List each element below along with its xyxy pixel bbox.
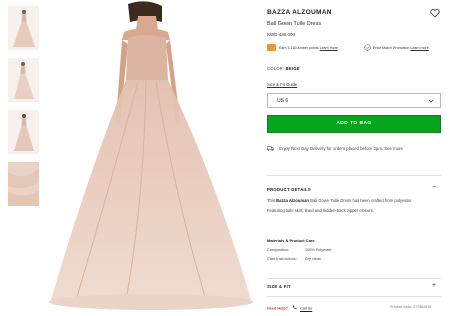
color-info: COLOR: BEIGE — [267, 66, 300, 71]
care-value: Dry clean — [305, 257, 322, 261]
product-description-line2: Featuring tulle skirt, lined and hidden-… — [267, 208, 375, 213]
product-main-image[interactable] — [46, 0, 256, 316]
composition-row: Composition: 100% Polyester — [267, 248, 332, 252]
thumbnail-side[interactable] — [8, 58, 39, 102]
product-name: Ball Gown Tulle Dress — [267, 21, 322, 27]
divider — [267, 278, 441, 279]
care-label: Care Instructions: — [267, 257, 297, 261]
phone-icon — [292, 305, 297, 310]
brand-name[interactable]: BAZZA ALZOUMAN — [267, 9, 332, 16]
heart-icon[interactable] — [430, 8, 440, 18]
desc-prefix: This — [267, 198, 275, 203]
product-price: KWD 430.000 — [267, 32, 296, 37]
price-tag-icon — [364, 44, 371, 51]
truck-icon — [267, 146, 274, 151]
desc-rest: Ball Gown Tulle Dress has been crafted f… — [310, 198, 413, 203]
delivery-info: Enjoy Next Day Delivery for orders place… — [267, 146, 403, 151]
thumbnail-list — [8, 6, 42, 214]
color-label: COLOR: — [267, 66, 285, 71]
help-row: Need Help? Call Us — [267, 305, 312, 311]
price-match-label: Price Match Promotion — [373, 45, 410, 50]
amber-points-badge — [267, 44, 276, 51]
amber-points-text: Earn 5,160 Amber points Learn more — [279, 46, 338, 50]
amber-learn-more-link[interactable]: Learn more — [320, 46, 338, 50]
composition-label: Composition: — [267, 248, 290, 252]
size-fit-guide-link[interactable]: Size & Fit Guide — [267, 82, 297, 87]
care-row: Care Instructions: Dry clean — [267, 257, 321, 261]
product-details-heading[interactable]: PRODUCT DETAILS — [267, 187, 311, 192]
need-help-label: Need Help? — [267, 306, 288, 311]
chevron-down-icon — [428, 99, 434, 103]
thumbnail-front[interactable] — [8, 6, 39, 50]
divider — [267, 296, 441, 297]
color-value: BEIGE — [285, 66, 300, 71]
add-to-bag-button[interactable]: ADD TO BAG — [267, 115, 441, 133]
call-us-link[interactable]: Call Us — [300, 307, 312, 311]
product-description-line1: This Bazza Alzouman Ball Gown Tulle Dres… — [267, 198, 412, 203]
thumbnail-back[interactable] — [8, 110, 39, 154]
product-details-panel: BAZZA ALZOUMAN Ball Gown Tulle Dress KWD… — [265, 0, 445, 316]
materials-heading: Materials & Product Care — [267, 238, 315, 243]
desc-brand: Bazza Alzouman — [276, 198, 309, 203]
thumbnail-detail[interactable] — [8, 162, 39, 206]
product-code: Product code: 272983416 — [390, 305, 432, 309]
collapse-icon[interactable]: − — [432, 184, 436, 191]
delivery-text[interactable]: Enjoy Next Day Delivery for orders place… — [279, 146, 403, 151]
divider — [267, 175, 441, 176]
amber-points-label: Earn 5,160 Amber points — [279, 45, 319, 50]
expand-icon[interactable]: + — [432, 282, 436, 289]
composition-value: 100% Polyester — [305, 248, 332, 252]
size-select-value: US 6 — [277, 98, 289, 104]
size-fit-heading[interactable]: SIZE & FIT — [267, 284, 291, 289]
price-match-text: Price Match Promotion Learn more — [373, 46, 429, 50]
price-match-learn-more-link[interactable]: Learn more — [410, 46, 428, 50]
promo-row: Earn 5,160 Amber points Learn more Price… — [267, 44, 445, 53]
size-select[interactable]: US 6 — [267, 93, 441, 108]
